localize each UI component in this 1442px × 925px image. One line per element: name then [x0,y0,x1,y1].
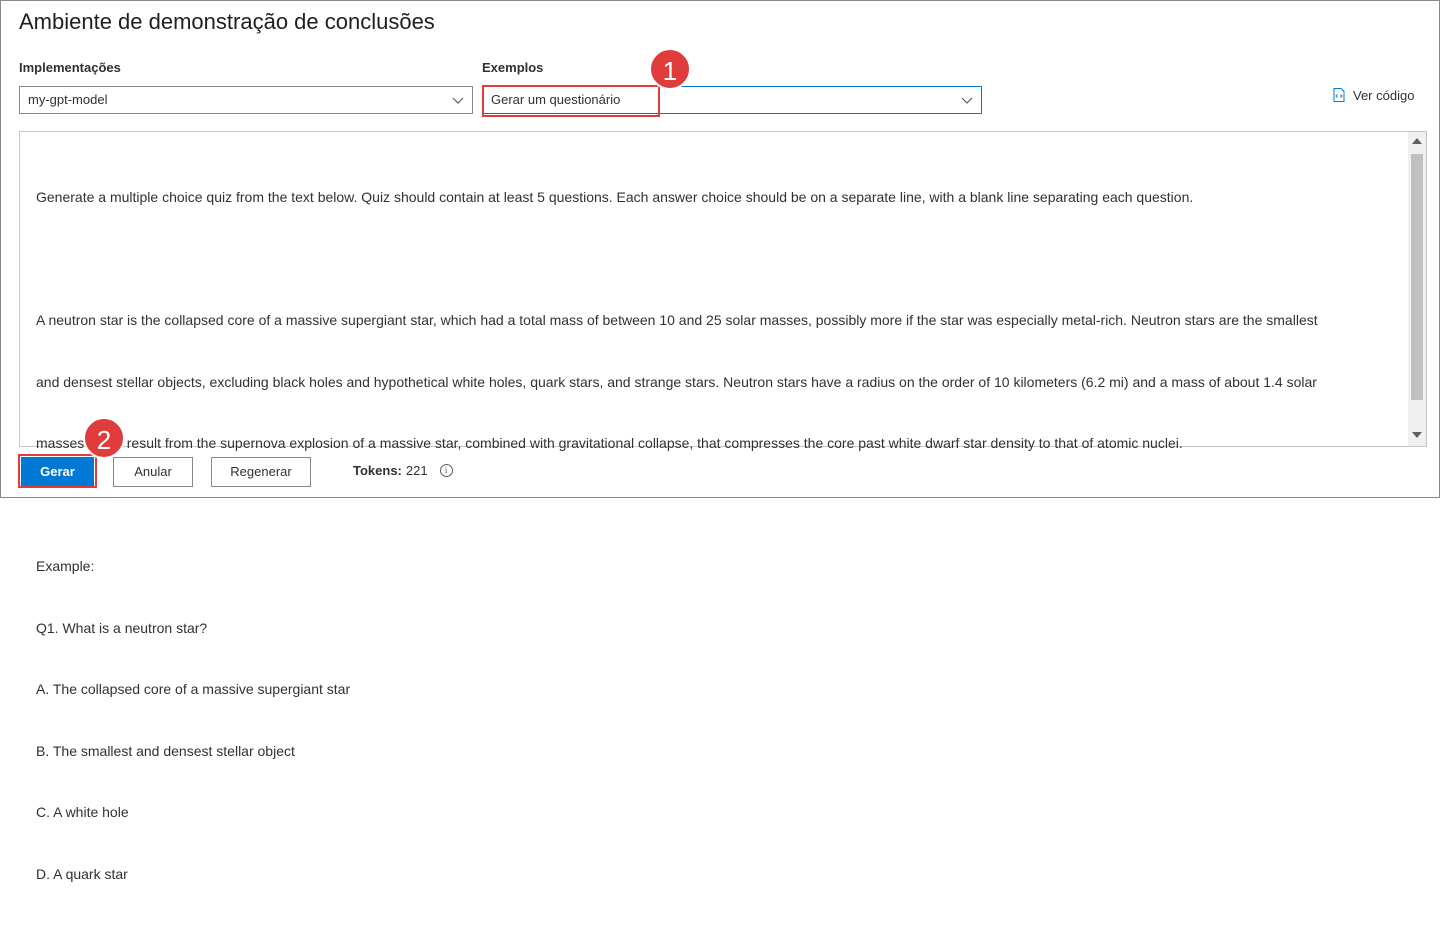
prompt-content: Generate a multiple choice quiz from the… [36,146,1401,925]
examples-dropdown[interactable]: Gerar um questionário [482,86,982,114]
prompt-line: and densest stellar objects, excluding b… [36,373,1317,390]
deployments-label: Implementações [19,60,121,75]
prompt-line: Generate a multiple choice quiz from the… [36,189,1194,205]
tokens-label: Tokens: [353,463,402,478]
prompt-line: B. The smallest and densest stellar obje… [36,742,295,759]
prompt-line: Example: [36,558,95,574]
info-icon[interactable]: i [439,464,453,477]
prompt-line: C. A white hole [36,804,129,820]
scrollbar-thumb[interactable] [1411,154,1423,400]
chevron-down-icon [452,97,464,104]
prompt-line: Q1. What is a neutron star? [36,619,208,636]
prompt-line: A. The collapsed core of a massive super… [36,681,351,697]
chevron-down-icon [961,97,973,104]
completions-playground-panel: Ambiente de demonstração de conclusões I… [0,0,1440,882]
prompt-line [36,249,1401,270]
callout-badge-1: 1 [649,48,691,90]
undo-button[interactable]: Anular [113,457,193,487]
prompt-line [36,495,1401,516]
view-code-label: Ver código [1353,87,1415,103]
regenerate-button[interactable]: Regenerar [211,457,311,487]
code-file-icon [1333,88,1345,102]
generate-button[interactable]: Gerar [21,457,94,487]
tokens-value: 221 [405,463,428,478]
tokens-counter: Tokens: 221 i [353,463,453,478]
view-code-link[interactable]: Ver código [1331,87,1414,103]
deployments-dropdown[interactable]: my-gpt-model [19,86,473,114]
prompt-line: A neutron star is the collapsed core of … [36,312,1318,328]
examples-label: Exemplos [482,60,544,75]
callout-badge-2: 2 [83,417,125,459]
prompt-line: masses. They result from the supernova e… [36,435,1183,451]
scroll-up-arrow-icon[interactable] [1412,138,1422,144]
vertical-scrollbar[interactable] [1408,132,1426,446]
page-title: Ambiente de demonstração de conclusões [19,9,435,34]
prompt-line: D. A quark star [36,865,128,882]
prompt-textarea[interactable]: Generate a multiple choice quiz from the… [19,131,1427,882]
examples-selected-value: Gerar um questionário [491,92,621,107]
deployments-selected-value: my-gpt-model [28,92,108,107]
scroll-down-arrow-icon[interactable] [1412,432,1422,438]
